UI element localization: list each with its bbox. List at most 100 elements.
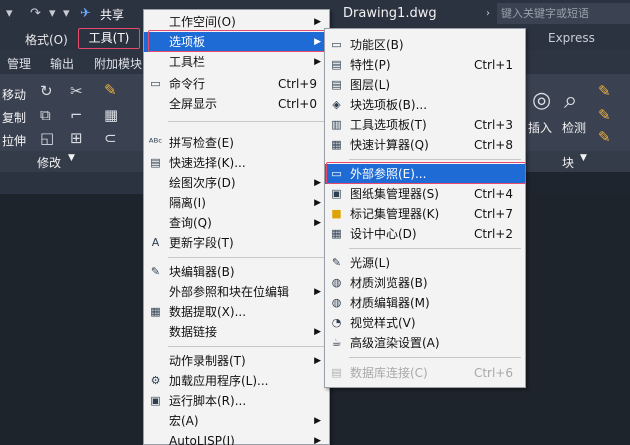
menu-item-markup-set-manager[interactable]: ■ 标记集管理器(K) Ctrl+7 — [325, 204, 525, 224]
calculator-icon: ▦ — [331, 138, 342, 151]
run-script-icon: ▣ — [150, 394, 161, 407]
command-line-icon: ▭ — [150, 77, 161, 90]
menu-item-load-application[interactable]: ⚙ 加载应用程序(L)... — [144, 371, 329, 391]
share-label[interactable]: 共享 — [100, 6, 124, 23]
redo-icon[interactable]: ↷ — [30, 4, 41, 24]
fillet-icon[interactable]: ⌐ — [70, 106, 83, 124]
copy-button[interactable]: 复制 — [2, 109, 26, 126]
menu-item-ribbon[interactable]: ▭ 功能区(B) — [325, 35, 525, 55]
external-references-highlight-outline — [326, 162, 526, 184]
menu-item-design-center[interactable]: ▦ 设计中心(D) Ctrl+2 — [325, 224, 525, 244]
menu-tools[interactable]: 工具(T) — [78, 28, 140, 49]
menu-item-isolate[interactable]: 隔离(I) ▶ — [144, 193, 329, 213]
menu-item-spellcheck[interactable]: ᴬᴮᶜ 拼写检查(E) — [144, 133, 329, 153]
chevron-down-icon[interactable]: ▼ — [68, 153, 75, 163]
offset-icon[interactable]: ⊂ — [104, 129, 117, 147]
erase-icon[interactable]: ✎ — [104, 81, 117, 99]
menu-item-draw-order[interactable]: 绘图次序(D) ▶ — [144, 173, 329, 193]
block-panel-label[interactable]: 块 — [562, 154, 574, 171]
menu-item-dbconnect[interactable]: ▤ 数据库连接(C) Ctrl+6 — [325, 363, 525, 383]
insert-label[interactable]: 插入 — [528, 119, 552, 136]
menu-item-workspaces[interactable]: 工作空间(O) ▶ — [144, 12, 329, 32]
layers-icon: ▤ — [331, 78, 342, 91]
menu-item-layers[interactable]: ▤ 图层(L) — [325, 75, 525, 95]
menu-item-quickcalc[interactable]: ▦ 快速计算器(Q) Ctrl+8 — [325, 135, 525, 155]
menu-item-properties[interactable]: ▤ 特性(P) Ctrl+1 — [325, 55, 525, 75]
rotate-icon[interactable]: ↻ — [40, 82, 53, 100]
move-button[interactable]: 移动 — [2, 86, 26, 103]
menu-item-inquiry[interactable]: 查询(Q) ▶ — [144, 213, 329, 233]
search-input[interactable]: 键入关键字或短语 — [497, 3, 630, 24]
share-icon[interactable]: ✈ — [80, 4, 91, 24]
blocks-palette-icon: ◈ — [332, 98, 341, 111]
design-center-icon: ▦ — [331, 227, 342, 240]
menu-item-visual-styles[interactable]: ◔ 视觉样式(V) — [325, 313, 525, 333]
menu-item-data-extraction[interactable]: ▦ 数据提取(X)... — [144, 302, 329, 322]
menu-item-quick-select[interactable]: ▤ 快速选择(K)... — [144, 153, 329, 173]
block-editor-icon: ✎ — [150, 265, 161, 278]
array-rect-icon[interactable]: ⊞ — [70, 129, 83, 147]
modify-panel-label[interactable]: 修改 — [37, 154, 61, 171]
separator — [168, 121, 326, 122]
ribbon-icon: ▭ — [331, 38, 342, 51]
menu-item-materials-editor[interactable]: ◍ 材质编辑器(M) — [325, 293, 525, 313]
menu-item-sheet-set-manager[interactable]: ▣ 图纸集管理器(S) Ctrl+4 — [325, 184, 525, 204]
trim-icon[interactable]: ✂ — [70, 82, 83, 100]
separator — [349, 357, 521, 358]
menu-item-blocks-palette[interactable]: ◈ 块选项板(B)... — [325, 95, 525, 115]
separator — [168, 346, 326, 347]
redo-dropdown-icon[interactable]: ▾ — [49, 4, 56, 24]
data-extraction-icon: ▦ — [150, 305, 161, 318]
insert-icon[interactable]: ◎ — [532, 88, 551, 113]
create-block-icon[interactable]: ✎ — [598, 82, 611, 100]
customize-dropdown-icon[interactable]: ▾ — [63, 4, 70, 24]
materials-editor-icon: ◍ — [331, 296, 342, 309]
markup-set-icon: ■ — [331, 207, 342, 220]
dbconnect-icon: ▤ — [331, 366, 342, 379]
menu-item-run-script[interactable]: ▣ 运行脚本(R)... — [144, 391, 329, 411]
menu-item-command-line[interactable]: ▭ 命令行 Ctrl+9 — [144, 74, 329, 94]
stretch-button[interactable]: 拉伸 — [2, 132, 26, 149]
menu-item-autolisp[interactable]: AutoLISP(I) ▶ — [144, 431, 329, 445]
menu-express[interactable]: Express — [548, 31, 595, 45]
menu-format[interactable]: 格式(O) — [25, 31, 68, 49]
menu-item-action-recorder[interactable]: 动作录制器(T) ▶ — [144, 351, 329, 371]
menu-item-advanced-render[interactable]: ☕ 高级渲染设置(A) — [325, 333, 525, 353]
menu-item-macro[interactable]: 宏(A) ▶ — [144, 411, 329, 431]
file-tab-strip — [0, 172, 145, 194]
block-attr-icon[interactable]: ✎ — [598, 128, 611, 146]
separator — [349, 159, 521, 160]
tab-addons[interactable]: 附加模块 — [94, 55, 142, 72]
mirror-icon[interactable]: ⧉ — [40, 106, 51, 124]
menu-item-fullscreen[interactable]: 全屏显示 Ctrl+0 — [144, 94, 329, 114]
menu-item-lights[interactable]: ✎ 光源(L) — [325, 253, 525, 273]
update-fields-icon: A — [151, 236, 160, 249]
menu-item-toolbars[interactable]: 工具栏 ▶ — [144, 52, 329, 72]
menu-item-xref-edit[interactable]: 外部参照和块在位编辑 ▶ — [144, 282, 329, 302]
visual-styles-icon: ◔ — [331, 316, 342, 329]
tool-palettes-icon: ▥ — [331, 118, 342, 131]
menu-item-block-editor[interactable]: ✎ 块编辑器(B) — [144, 262, 329, 282]
detect-icon[interactable]: ⌕ — [564, 86, 577, 114]
array-icon[interactable]: ▦ — [104, 106, 118, 124]
scale-icon[interactable]: ◱ — [40, 129, 54, 147]
spellcheck-icon: ᴬᴮᶜ — [148, 136, 163, 149]
quick-access-button[interactable]: ▾ — [6, 4, 13, 24]
render-settings-icon: ☕ — [331, 336, 342, 349]
block-chevron-down-icon[interactable]: ▼ — [580, 153, 587, 163]
palettes-highlight-outline — [148, 30, 328, 52]
tools-menu: 工作空间(O) ▶ 选项板 ▶ 工具栏 ▶ ▭ 命令行 Ctrl+9 全屏显示 Ctrl+… — [143, 9, 330, 445]
menu-item-update-fields[interactable]: A 更新字段(T) — [144, 233, 329, 253]
lights-icon: ✎ — [331, 256, 342, 269]
document-title: Drawing1.dwg — [343, 6, 437, 21]
menu-item-tool-palettes[interactable]: ▥ 工具选项板(T) Ctrl+3 — [325, 115, 525, 135]
edit-block-icon[interactable]: ✎ — [598, 106, 611, 124]
palettes-submenu: ▭ 功能区(B) ▤ 特性(P) Ctrl+1 ▤ 图层(L) ◈ 块选项板(B)… — [324, 28, 526, 388]
separator — [168, 257, 326, 258]
menu-item-data-links[interactable]: 数据链接 ▶ — [144, 322, 329, 342]
detect-label[interactable]: 检测 — [562, 119, 586, 136]
tab-output[interactable]: 输出 — [50, 55, 74, 72]
chevron-right-icon[interactable]: › — [486, 4, 490, 24]
menu-item-materials-browser[interactable]: ◍ 材质浏览器(B) — [325, 273, 525, 293]
tab-manage[interactable]: 管理 — [7, 55, 31, 72]
